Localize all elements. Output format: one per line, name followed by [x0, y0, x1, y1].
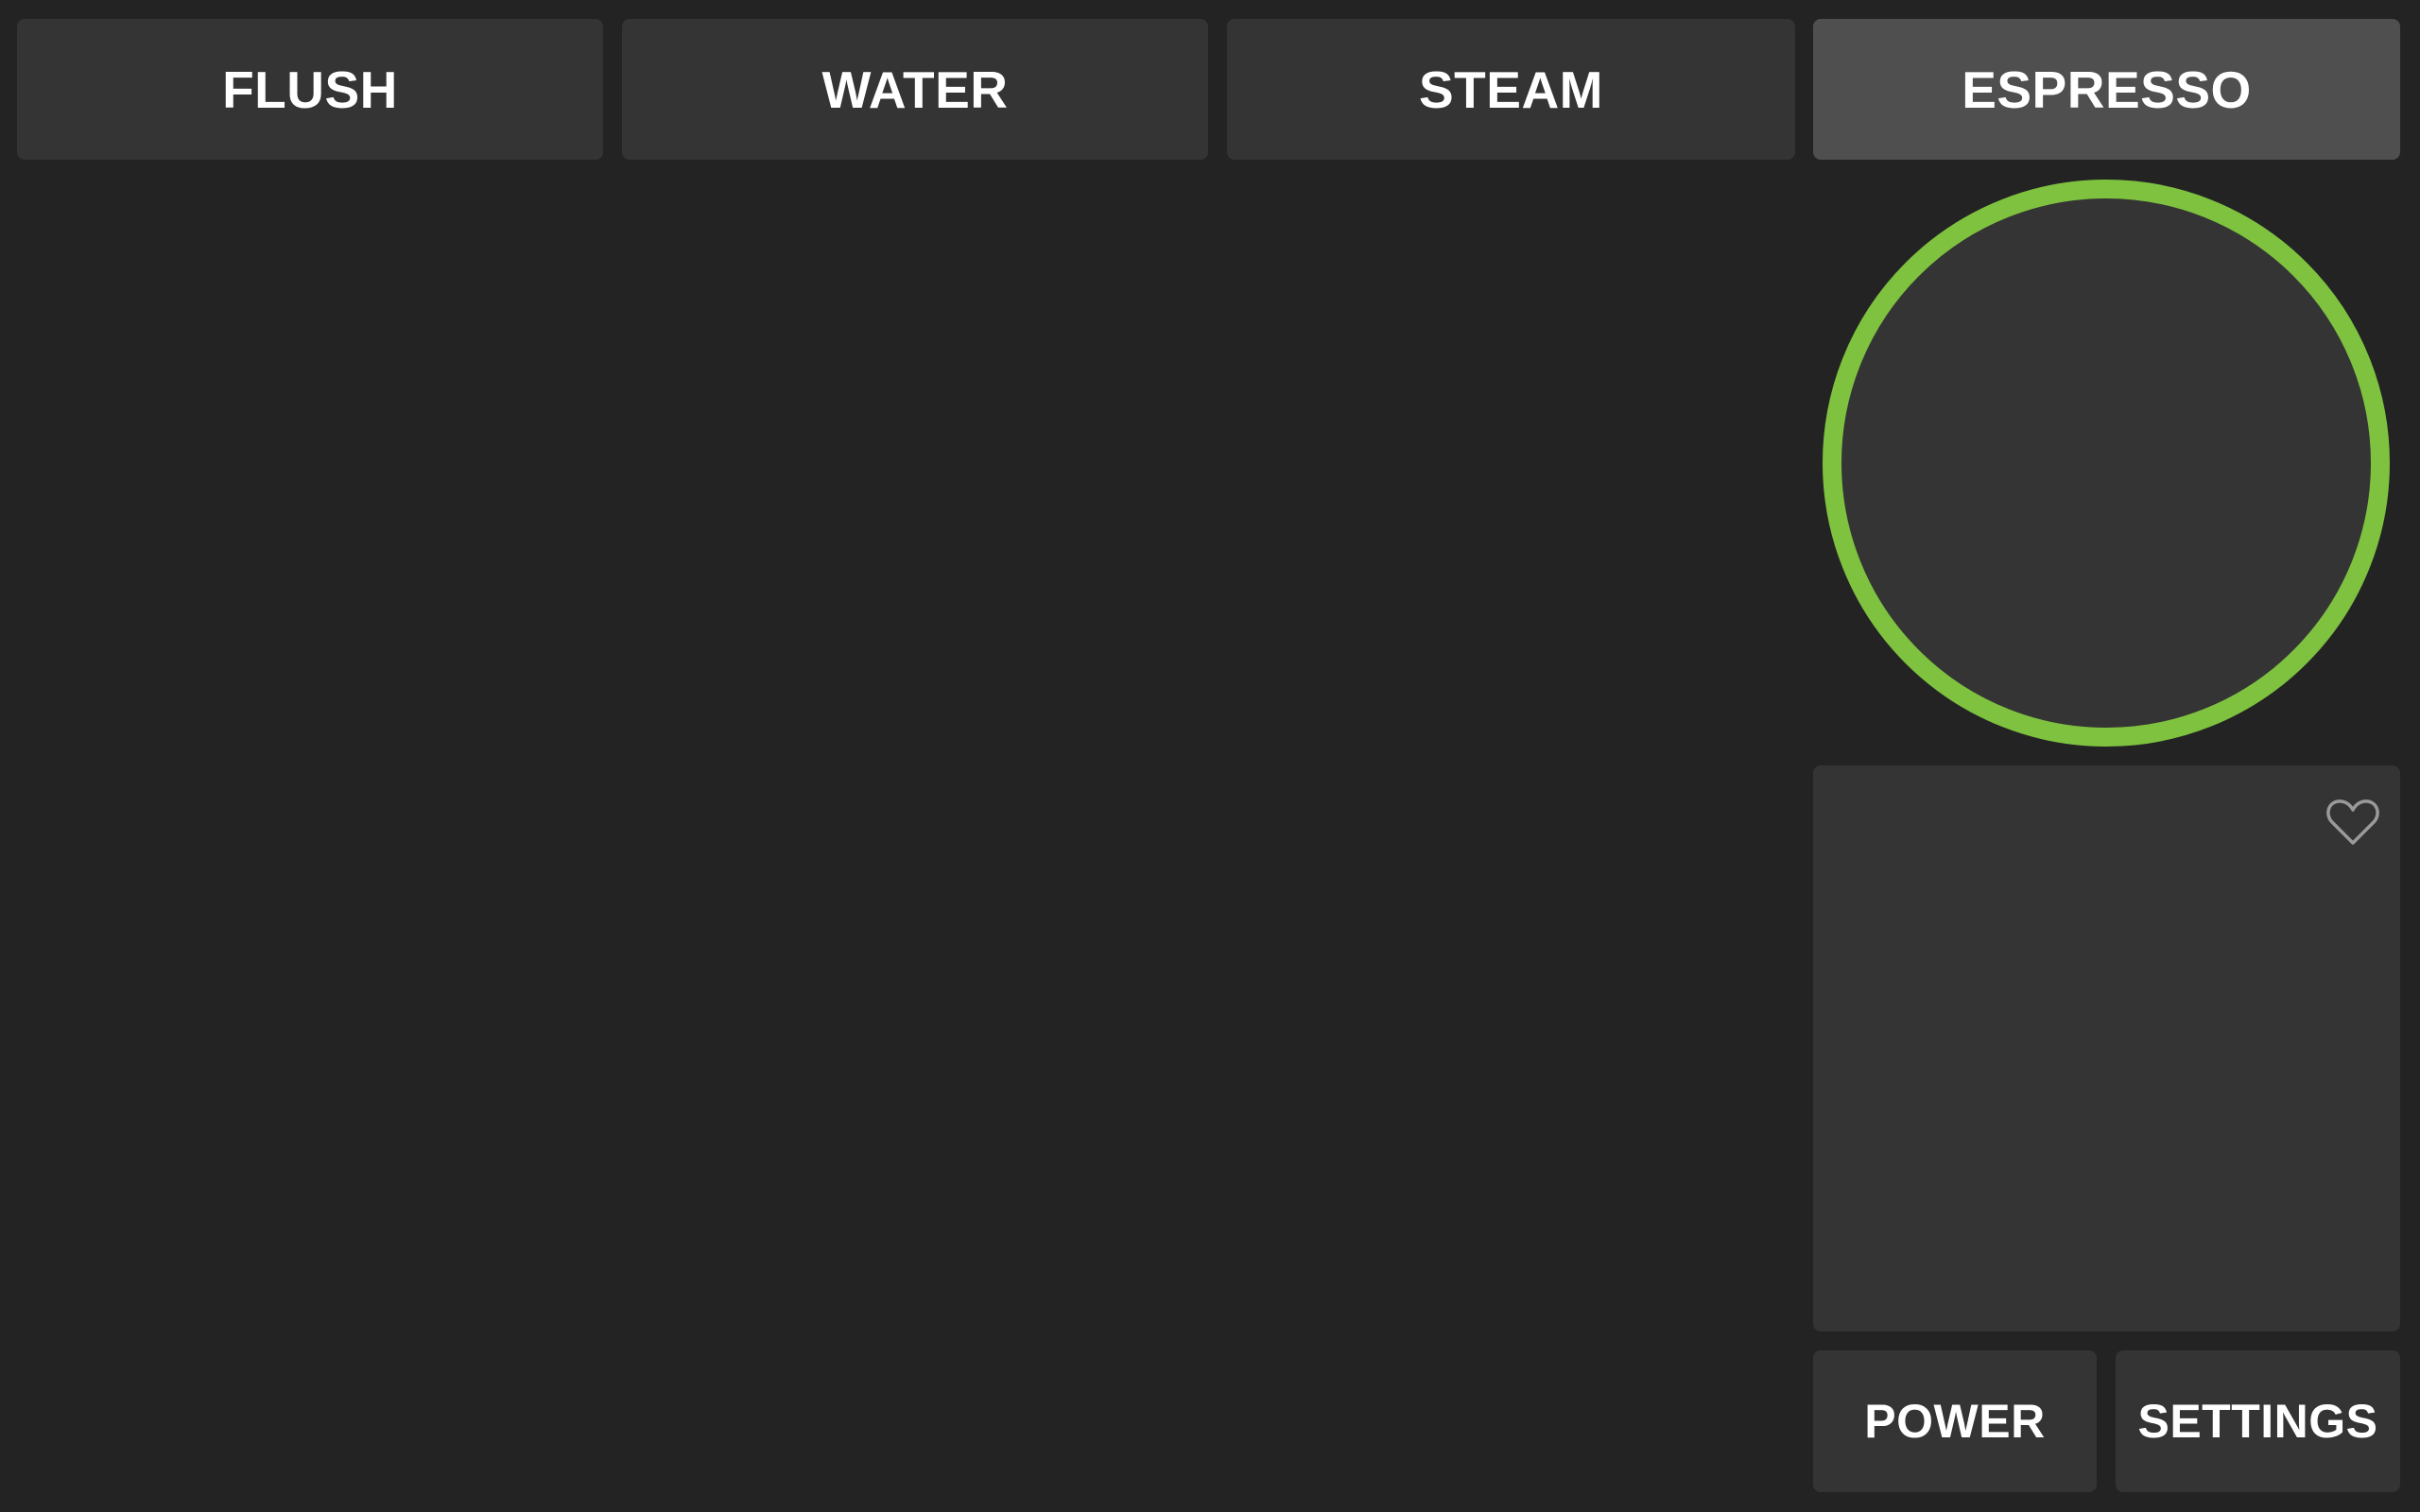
- steam-button[interactable]: STEAM: [1227, 19, 1795, 160]
- settings-button[interactable]: SETTINGS: [2116, 1350, 2400, 1492]
- power-button[interactable]: POWER: [1813, 1350, 2097, 1492]
- flush-button[interactable]: FLUSH: [17, 19, 603, 160]
- favorite-panel: [1813, 765, 2400, 1332]
- status-ring[interactable]: [1823, 180, 2390, 747]
- app-screen: FLUSH WATER STEAM ESPRESSO POWER SETTING…: [0, 0, 2420, 1512]
- water-button[interactable]: WATER: [622, 19, 1208, 160]
- espresso-button[interactable]: ESPRESSO: [1813, 19, 2400, 160]
- heart-icon[interactable]: [2326, 798, 2379, 847]
